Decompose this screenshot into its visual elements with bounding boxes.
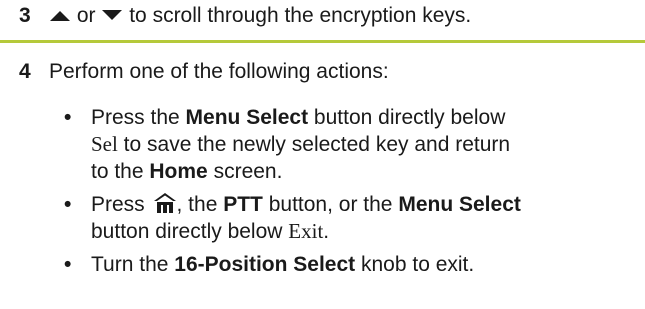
step-number: 3 xyxy=(19,4,31,27)
bullet-icon: • xyxy=(64,193,72,216)
list-item: • Press , the PTT button, or the Menu Se… xyxy=(0,191,645,245)
text: to the xyxy=(91,160,150,183)
softkey-label: Exit xyxy=(288,219,324,243)
list-item: • Turn the 16-Position Select knob to ex… xyxy=(0,251,645,278)
action-list: • Press the Menu Select button directly … xyxy=(0,104,645,284)
step-conj: or xyxy=(76,4,96,27)
step-number: 4 xyxy=(19,60,31,83)
bold-text: Home xyxy=(149,160,208,183)
bold-text: 16-Position Select xyxy=(174,253,356,276)
step-4-text: Perform one of the following actions: xyxy=(49,60,389,83)
bold-text: PTT xyxy=(223,193,263,216)
text: knob to exit. xyxy=(355,253,475,276)
bold-text: Menu Select xyxy=(398,193,521,216)
bold-text: Menu Select xyxy=(185,106,309,129)
text: button directly below xyxy=(308,106,506,129)
text: button directly below xyxy=(91,220,289,243)
text: . xyxy=(323,220,330,243)
text: Press the xyxy=(91,106,186,129)
softkey-label: Sel xyxy=(91,132,118,156)
bullet-icon: • xyxy=(64,253,72,276)
text: Press xyxy=(91,193,151,216)
bullet-icon: • xyxy=(64,106,72,129)
section-divider xyxy=(0,40,645,43)
text: button, or the xyxy=(262,193,399,216)
text: , the xyxy=(176,193,224,216)
text: to save the newly selected key and retur… xyxy=(117,133,511,156)
down-arrow-icon xyxy=(102,10,123,21)
up-arrow-icon xyxy=(50,11,70,22)
step-3: 3 or to scroll through the encryption ke… xyxy=(0,4,645,34)
text: screen. xyxy=(207,160,283,183)
text: Turn the xyxy=(91,253,175,276)
step-3-text: to scroll through the encryption keys. xyxy=(129,4,472,27)
list-item: • Press the Menu Select button directly … xyxy=(0,104,645,185)
home-icon xyxy=(153,193,176,213)
step-4: 4 Perform one of the following actions: xyxy=(0,60,645,90)
step-text: or to scroll through the encryption keys… xyxy=(49,4,471,28)
